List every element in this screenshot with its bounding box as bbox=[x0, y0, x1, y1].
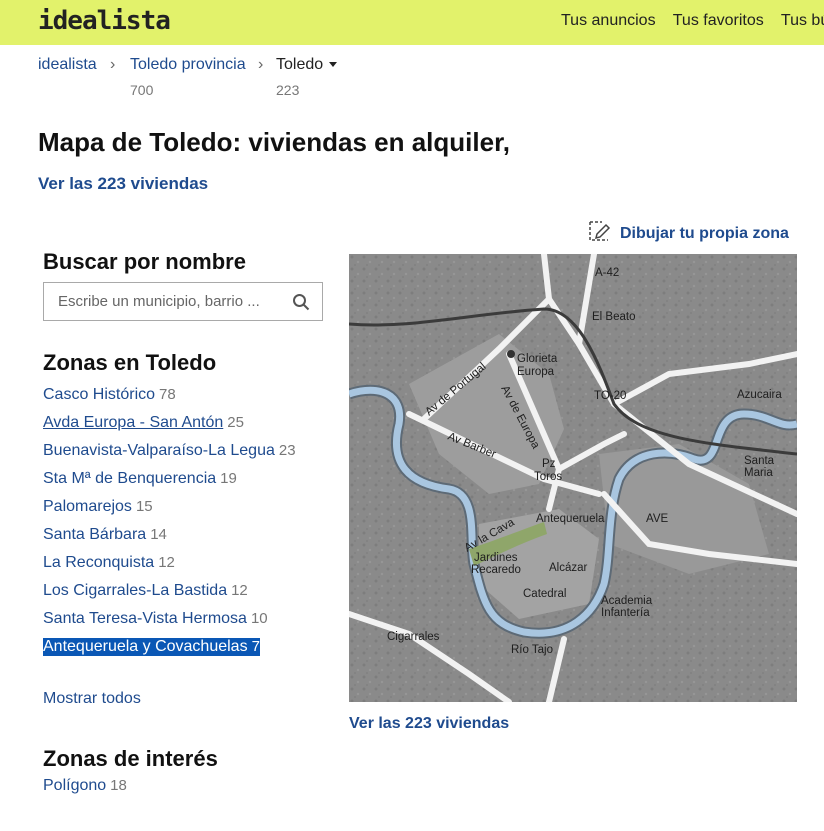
map-label-line: Academia bbox=[601, 595, 653, 607]
see-all-link-bottom[interactable]: Ver las 223 viviendas bbox=[349, 715, 509, 733]
caret-down-icon[interactable] bbox=[329, 62, 338, 68]
map-label: El Beato bbox=[592, 311, 635, 323]
interest-item[interactable]: Polígono 18 bbox=[43, 777, 127, 795]
map-label-line: Pz bbox=[542, 458, 556, 470]
breadcrumb-count: 223 bbox=[276, 82, 300, 98]
search-box bbox=[43, 282, 323, 321]
map-label: Jardines Recaredo bbox=[471, 552, 521, 576]
zone-item[interactable]: Santa Bárbara 14 bbox=[43, 526, 167, 544]
zone-item[interactable]: Santa Teresa-Vista Hermosa 10 bbox=[43, 610, 268, 628]
map-label-line: Recaredo bbox=[471, 564, 521, 576]
map-label: A-42 bbox=[595, 267, 619, 279]
map-label-line: Toros bbox=[534, 471, 562, 483]
zone-item[interactable]: Sta Mª de Benquerencia 19 bbox=[43, 470, 237, 488]
map-label: Alcázar bbox=[549, 562, 588, 574]
page-title: Mapa de Toledo: viviendas en alquiler, bbox=[38, 127, 510, 157]
search-input[interactable] bbox=[56, 292, 290, 311]
zone-item[interactable]: Palomarejos 15 bbox=[43, 498, 153, 516]
show-all-zones-link[interactable]: Mostrar todos bbox=[43, 690, 141, 708]
draw-zone-link[interactable]: Dibujar tu propia zona bbox=[588, 220, 789, 243]
map-label: Cigarrales bbox=[387, 631, 440, 643]
zone-item[interactable]: La Reconquista 12 bbox=[43, 554, 175, 572]
breadcrumb-chevron-icon: › bbox=[258, 56, 264, 73]
toledo-map[interactable]: A-42 El Beato Glorieta Europa Av de Portu… bbox=[349, 254, 797, 702]
map-location-dot bbox=[507, 350, 515, 358]
idealista-logo[interactable]: idealista bbox=[38, 6, 171, 36]
map-label: Academia Infantería bbox=[601, 595, 653, 619]
map-label: Azucaira bbox=[737, 389, 782, 401]
zone-item[interactable]: Casco Histórico 78 bbox=[43, 386, 176, 404]
map-label: Glorieta Europa bbox=[517, 353, 558, 378]
breadcrumb-toledo[interactable]: Toledo 223 bbox=[276, 56, 338, 98]
search-icon[interactable] bbox=[292, 293, 310, 311]
map-label-line: Maria bbox=[744, 467, 773, 479]
map-label-line: Europa bbox=[517, 366, 555, 378]
nav-tus-busquedas[interactable]: Tus bú bbox=[781, 12, 824, 29]
map-label: Santa Maria bbox=[744, 455, 775, 479]
map-label-line: Santa bbox=[744, 455, 775, 467]
zones-heading: Zonas en Toledo bbox=[43, 350, 217, 375]
map-label-line: Jardines bbox=[474, 552, 518, 564]
draw-zone-icon bbox=[589, 221, 611, 241]
map-label: Antequeruela bbox=[536, 513, 605, 525]
breadcrumb-count: 700 bbox=[130, 82, 154, 98]
map-label: AVE bbox=[646, 513, 668, 525]
zone-item[interactable]: Los Cigarrales-La Bastida 12 bbox=[43, 582, 248, 600]
top-nav: Tus anuncios Tus favoritos Tus bú bbox=[561, 12, 824, 30]
breadcrumb-chevron-icon: › bbox=[110, 56, 116, 73]
top-bar: idealista Tus anuncios Tus favoritos Tus… bbox=[0, 0, 824, 45]
map-label: Río Tajo bbox=[511, 644, 553, 656]
zone-item[interactable]: Buenavista-Valparaíso-La Legua 23 bbox=[43, 442, 296, 460]
nav-tus-favoritos[interactable]: Tus favoritos bbox=[673, 12, 764, 29]
map-label: TO-20 bbox=[594, 390, 626, 402]
map-label-line: Glorieta bbox=[517, 353, 558, 365]
zone-item[interactable]: Avda Europa - San Antón 25 bbox=[43, 414, 244, 432]
map-label: Catedral bbox=[523, 588, 566, 600]
interest-heading: Zonas de interés bbox=[43, 746, 218, 771]
map-label-line: Infantería bbox=[601, 607, 650, 619]
breadcrumb-idealista[interactable]: idealista bbox=[38, 56, 97, 74]
nav-tus-anuncios[interactable]: Tus anuncios bbox=[561, 12, 656, 29]
zone-item-selected[interactable]: Antequeruela y Covachuelas 7 bbox=[43, 638, 260, 656]
breadcrumb-toledo-provincia[interactable]: Toledo provincia 700 bbox=[130, 56, 246, 98]
search-heading: Buscar por nombre bbox=[43, 249, 246, 274]
map-image[interactable]: A-42 El Beato Glorieta Europa Av de Portu… bbox=[349, 254, 797, 702]
see-all-link-top[interactable]: Ver las 223 viviendas bbox=[38, 174, 208, 194]
